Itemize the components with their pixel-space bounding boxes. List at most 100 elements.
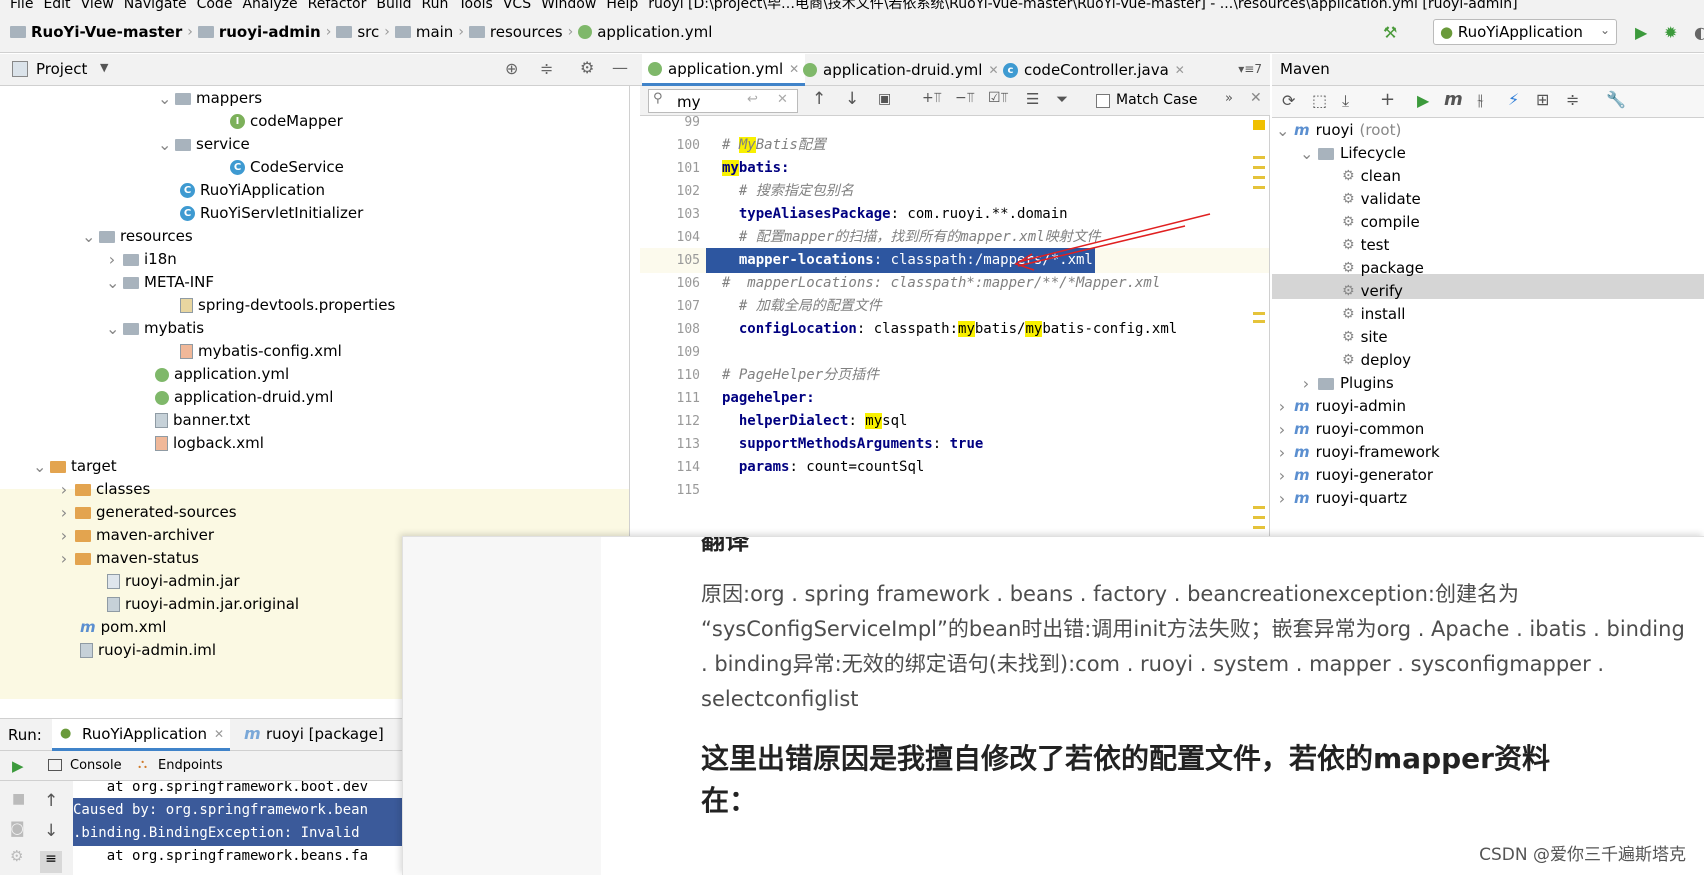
tree-item[interactable]: logback.xml bbox=[155, 431, 264, 456]
tree-item[interactable]: › maven-archiver bbox=[58, 523, 214, 548]
breadcrumb-item[interactable]: ruoyi-admin bbox=[219, 23, 321, 41]
maven-module-ruoyi-framework[interactable]: › m ruoyi-framework bbox=[1276, 440, 1440, 465]
chevron-down-icon[interactable]: ⌄ bbox=[106, 270, 119, 295]
run-icon[interactable]: ▶ bbox=[1417, 91, 1429, 110]
menu-item[interactable]: VCS bbox=[503, 0, 531, 11]
chevron-right-icon[interactable]: › bbox=[1276, 417, 1288, 442]
maven-plugins[interactable]: › Plugins bbox=[1300, 371, 1394, 396]
tree-item[interactable]: › classes bbox=[58, 477, 150, 502]
tree-item[interactable]: C CodeService bbox=[230, 155, 344, 180]
gear-icon[interactable]: ⚙ bbox=[580, 58, 594, 77]
next-occurrence-icon[interactable]: ↓ bbox=[845, 89, 859, 109]
tree-item[interactable]: › maven-status bbox=[58, 546, 199, 571]
maven-goal-deploy[interactable]: ⚙ deploy bbox=[1342, 348, 1411, 373]
tree-item[interactable]: C RuoYiServletInitializer bbox=[180, 201, 363, 226]
clear-icon[interactable]: ✕ bbox=[777, 92, 788, 107]
breadcrumb-item[interactable]: main bbox=[416, 23, 453, 41]
collapse-all-icon[interactable]: ≑ bbox=[540, 59, 553, 78]
chevron-down-icon[interactable]: ⌄ bbox=[82, 224, 95, 249]
generate-sources-icon[interactable]: ⬚ bbox=[1312, 91, 1327, 110]
tree-item[interactable]: m pom.xml bbox=[80, 615, 166, 640]
run-config-select[interactable]: ● RuoYiApplication ⌄ bbox=[1433, 19, 1617, 45]
tree-item[interactable]: › generated-sources bbox=[58, 500, 237, 525]
profile-icon[interactable]: ◐ bbox=[1694, 23, 1704, 42]
maven-goal-verify[interactable]: ⚙ verify bbox=[1342, 279, 1403, 304]
menu-item[interactable]: Run bbox=[422, 0, 449, 11]
select-all-icon[interactable]: ▣ bbox=[878, 91, 891, 107]
remove-occurrence-icon[interactable]: −⫪ bbox=[955, 90, 975, 106]
close-icon[interactable]: ✕ bbox=[1175, 54, 1185, 86]
console-output[interactable]: at org.springframework.boot.dev Caused by… bbox=[73, 781, 402, 875]
maven-lifecycle[interactable]: ⌄ Lifecycle bbox=[1300, 141, 1406, 166]
breadcrumb-item[interactable]: RuoYi-Vue-master bbox=[31, 23, 182, 41]
debug-icon[interactable]: ✹ bbox=[1664, 23, 1677, 42]
chevron-right-icon[interactable]: › bbox=[58, 546, 70, 571]
chevron-right-icon[interactable]: › bbox=[106, 247, 118, 272]
maven-module-ruoyi-common[interactable]: › m ruoyi-common bbox=[1276, 417, 1424, 442]
build-hammer-icon[interactable]: ⚒ bbox=[1383, 23, 1397, 42]
tree-item[interactable]: ⌄ mybatis bbox=[106, 316, 204, 341]
previous-occurrence-icon[interactable]: ↑ bbox=[812, 89, 826, 109]
maven-goal-clean[interactable]: ⚙ clean bbox=[1342, 164, 1401, 189]
maven-goal-icon[interactable]: m bbox=[1444, 89, 1463, 110]
stop-icon[interactable]: ■ bbox=[12, 791, 25, 807]
tree-item[interactable]: spring-devtools.properties bbox=[180, 293, 395, 318]
tab-ruoyi-package[interactable]: ruoyi [package] bbox=[266, 725, 384, 743]
maven-root[interactable]: ⌄ m ruoyi (root) bbox=[1276, 118, 1401, 143]
tab-ruoyi-application[interactable]: ● RuoYiApplication ✕ bbox=[52, 719, 230, 751]
search-input[interactable]: ⚲ my ↩ ✕ bbox=[648, 89, 798, 113]
locate-icon[interactable]: ⊕ bbox=[505, 59, 518, 78]
close-icon[interactable]: ✕ bbox=[1250, 90, 1262, 106]
chevron-down-icon[interactable]: ⌄ bbox=[1300, 141, 1313, 166]
select-all-occurrences-icon[interactable]: ☑⫪ bbox=[988, 90, 1008, 106]
chevron-right-icon[interactable]: › bbox=[1276, 440, 1288, 465]
chevron-right-icon[interactable]: › bbox=[58, 523, 70, 548]
menu-item[interactable]: Analyze bbox=[242, 0, 297, 11]
tree-item[interactable]: ruoyi-admin.jar bbox=[107, 569, 240, 594]
tree-item[interactable]: C RuoYiApplication bbox=[180, 178, 325, 203]
tab-codecontroller-java[interactable]: c codeController.java ✕ bbox=[997, 54, 1191, 86]
maven-module-ruoyi-quartz[interactable]: › m ruoyi-quartz bbox=[1276, 486, 1407, 511]
menu-item[interactable]: Tools bbox=[458, 0, 493, 11]
tree-item[interactable]: application.yml bbox=[155, 362, 289, 387]
menu-item[interactable]: Window bbox=[541, 0, 596, 11]
newline-icon[interactable]: ↩ bbox=[747, 92, 758, 107]
camera-icon[interactable]: ◙ bbox=[10, 819, 25, 837]
scroll-down-icon[interactable]: ↓ bbox=[44, 821, 58, 841]
close-icon[interactable]: ✕ bbox=[214, 727, 224, 741]
endpoints-tab[interactable]: Endpoints bbox=[158, 758, 223, 773]
chevron-down-icon[interactable]: ▼ bbox=[100, 61, 108, 74]
maven-goal-install[interactable]: ⚙ install bbox=[1342, 302, 1405, 327]
run-icon[interactable]: ▶ bbox=[1635, 23, 1647, 42]
menu-item[interactable]: Help bbox=[606, 0, 638, 11]
show-filter-icon[interactable]: ☰ bbox=[1026, 90, 1039, 108]
download-icon[interactable]: ⤓ bbox=[1342, 91, 1349, 111]
maven-goal-site[interactable]: ⚙ site bbox=[1342, 325, 1388, 350]
rerun-icon[interactable]: ▶ bbox=[12, 757, 24, 775]
chevron-right-icon[interactable]: › bbox=[1276, 486, 1288, 511]
tree-item[interactable]: ⌄ resources bbox=[82, 224, 193, 249]
menu-item[interactable]: Navigate bbox=[124, 0, 187, 11]
chevron-right-icon[interactable]: › bbox=[1300, 371, 1312, 396]
tree-item[interactable]: ⌄ META-INF bbox=[106, 270, 214, 295]
breadcrumb-item[interactable]: resources bbox=[490, 23, 563, 41]
chevron-down-icon[interactable]: ⌄ bbox=[106, 316, 119, 341]
console-tab[interactable]: Console bbox=[70, 758, 122, 773]
add-occurrence-icon[interactable]: +⫪ bbox=[922, 90, 942, 106]
chevron-down-icon[interactable]: ⌄ bbox=[33, 454, 46, 479]
project-view-select[interactable]: Project bbox=[36, 60, 87, 78]
menu-item[interactable]: View bbox=[81, 0, 114, 11]
wrench-icon[interactable]: 🔧 bbox=[1606, 90, 1626, 109]
tab-application-yml[interactable]: application.yml ✕ bbox=[642, 54, 806, 86]
chevron-right-icon[interactable]: › bbox=[1276, 463, 1288, 488]
chevron-down-icon[interactable]: ⌄ bbox=[158, 86, 171, 111]
reload-icon[interactable]: ⟳ bbox=[1282, 91, 1295, 110]
menu-item[interactable]: Code bbox=[197, 0, 233, 11]
maven-goal-compile[interactable]: ⚙ compile bbox=[1342, 210, 1420, 235]
match-case-checkbox[interactable] bbox=[1096, 94, 1110, 108]
tree-item[interactable]: mybatis-config.xml bbox=[180, 339, 342, 364]
add-icon[interactable]: + bbox=[1380, 89, 1395, 110]
menu-item[interactable]: Edit bbox=[43, 0, 70, 11]
soft-wrap-icon[interactable]: ≡ bbox=[40, 851, 62, 873]
breadcrumb-item[interactable]: application.yml bbox=[597, 23, 712, 41]
